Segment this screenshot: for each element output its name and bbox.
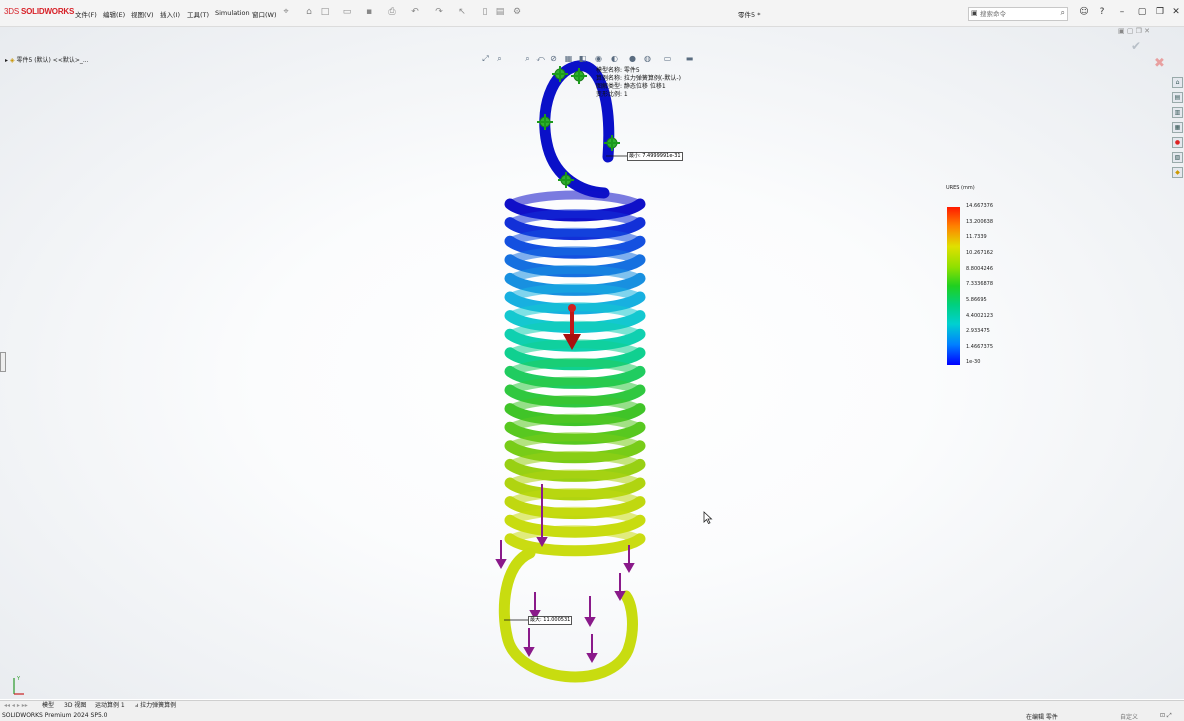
solidworks-logo[interactable]: 3DS SOLIDWORKS — [4, 7, 74, 16]
select-icon[interactable]: ↖ — [457, 7, 467, 17]
menu-window[interactable]: 窗口(W) — [252, 9, 277, 19]
menu-file[interactable]: 文件(F) — [75, 9, 97, 19]
restore-icon[interactable]: ❐ — [1152, 5, 1168, 19]
model-name: 模型名称: 零件5 — [596, 67, 640, 74]
help-icon[interactable]: ? — [1094, 5, 1110, 19]
search-magnifier-icon[interactable]: ⌕ — [1061, 8, 1065, 18]
undo-icon[interactable]: ↶ — [410, 7, 420, 17]
user-icon[interactable]: ☺ — [1076, 5, 1092, 19]
bottom-hook — [498, 547, 638, 683]
legend-tick: 5.86695 — [966, 297, 987, 303]
options-gear-icon[interactable]: ⚙ — [512, 7, 522, 17]
confirm-check-icon[interactable]: ✔ — [1131, 39, 1141, 53]
coordinate-triad: Y — [8, 672, 28, 699]
appearances-tab-icon[interactable]: ● — [1172, 137, 1183, 148]
tab-nav-arrows[interactable]: ◂◂ ◂ ▸ ▸▸ — [4, 702, 28, 710]
tab-3d-view[interactable]: 3D 视图 — [64, 702, 86, 710]
cancel-x-icon[interactable]: ✖ — [1154, 56, 1165, 71]
menu-tools[interactable]: 工具(T) — [187, 9, 209, 19]
solidworks-forum-tab-icon[interactable]: ◆ — [1172, 167, 1183, 178]
spring-coils — [504, 190, 646, 557]
tab-model[interactable]: 模型 — [42, 702, 54, 710]
legend-tick: 1.4667375 — [966, 344, 994, 350]
redo-icon[interactable]: ↷ — [434, 7, 444, 17]
status-bar: ◂◂ ◂ ▸ ▸▸ 模型 3D 视图 运动算例 1 ⅎ 拉力弹簧算例 SOLID… — [0, 700, 1184, 721]
legend-tick: 1e-30 — [966, 359, 981, 365]
legend-tick: 8.8004246 — [966, 266, 994, 272]
title-bar: 3DS SOLIDWORKS 文件(F) 编辑(E) 视图(V) 插入(I) 工… — [0, 0, 1184, 27]
maximize-icon[interactable]: ▢ — [1134, 5, 1150, 19]
file-properties-icon[interactable]: ▤ — [495, 7, 505, 17]
legend-tick: 10.267162 — [966, 250, 994, 256]
tab-motion-study[interactable]: 运动算例 1 — [95, 702, 125, 710]
print-icon[interactable]: ⎙ — [387, 7, 397, 17]
legend-tick: 7.3336878 — [966, 281, 994, 287]
menu-insert[interactable]: 插入(I) — [160, 9, 180, 19]
mouse-cursor-icon — [703, 511, 713, 525]
legend-tick: 4.4002123 — [966, 313, 994, 319]
zoom-icon[interactable]: ⌕ — [523, 54, 532, 63]
legend-tick: 13.200638 — [966, 219, 994, 225]
previous-view-icon[interactable]: ⤺ — [536, 54, 545, 63]
expand-chevron-icon[interactable]: ▸ — [5, 57, 8, 64]
home-icon[interactable]: ⌂ — [304, 7, 314, 17]
menu-view[interactable]: 视图(V) — [131, 9, 154, 19]
rebuild-icon[interactable]: ▯ — [480, 7, 490, 17]
coil-back-segment — [510, 190, 640, 209]
command-search[interactable]: ▣ ⌕ — [968, 7, 1068, 21]
max-label[interactable]: 最大: 11.000531 — [528, 616, 573, 625]
legend-tick: 2.933475 — [966, 328, 990, 334]
zoom-to-fit-icon[interactable]: ⤢ — [481, 54, 490, 63]
feature-tree-item[interactable]: 零件5 (默认) <<默认>_... — [16, 57, 88, 64]
monitor-icon[interactable]: ▬ — [685, 54, 694, 63]
part-icon: ◈ — [9, 57, 15, 64]
new-icon[interactable]: □ — [320, 7, 330, 17]
scene-icon[interactable]: ◍ — [643, 54, 652, 63]
custom-properties-tab-icon[interactable]: ▧ — [1172, 152, 1183, 163]
status-app-name: SOLIDWORKS Premium 2024 SP5.0 — [2, 712, 108, 719]
save-icon[interactable]: ▪ — [364, 7, 374, 17]
file-explorer-tab-icon[interactable]: ▦ — [1172, 122, 1183, 133]
view-settings-icon[interactable]: ▭ — [663, 54, 672, 63]
home-tab-icon[interactable]: ⌂ — [1172, 77, 1183, 88]
status-options-icon[interactable]: ⊡ ⤢ — [1160, 712, 1172, 720]
viewport-tile-icon[interactable]: ▣ ▢ ❐ ✕ — [1118, 27, 1150, 35]
min-label[interactable]: 最小: 7.4999991e-31 — [627, 152, 683, 161]
dynamic-annotation-icon[interactable]: ▦ — [564, 54, 573, 63]
legend-tick: 11.7339 — [966, 234, 987, 240]
zoom-area-icon[interactable]: ⌕ — [495, 54, 504, 63]
spring-model[interactable] — [0, 27, 1184, 699]
appearance-icon[interactable]: ● — [628, 54, 637, 63]
deformation-scale: 变形比例: 1 — [596, 91, 628, 98]
search-input[interactable] — [980, 9, 1054, 19]
feature-tree[interactable]: ▸ ◈ 零件5 (默认) <<默认>_... — [5, 55, 89, 64]
open-icon[interactable]: ▭ — [342, 7, 352, 17]
hide-show-icon[interactable]: ◐ — [610, 54, 619, 63]
study-name: 算例名称: 拉力弹簧算例(-默认-) — [596, 75, 681, 82]
menu-edit[interactable]: 编辑(E) — [103, 9, 125, 19]
view-orientation-icon[interactable]: ◧ — [578, 54, 587, 63]
minimize-icon[interactable]: – — [1114, 5, 1130, 19]
tab-spring-study-label: 拉力弹簧算例 — [140, 702, 177, 709]
library-tab-icon[interactable]: ▥ — [1172, 107, 1183, 118]
study-info: 模型名称: 零件5 算例名称: 拉力弹簧算例(-默认-) 图解类型: 静态位移 … — [596, 67, 681, 99]
panel-collapse-handle[interactable] — [0, 352, 6, 372]
task-pane-tabs: ⌂ ▤ ▥ ▦ ● ▧ ◆ — [1172, 77, 1183, 182]
graphics-area[interactable]: ▸ ◈ 零件5 (默认) <<默认>_... ⤢ ⌕ ⌕ ⤺ ⊘ ▦ ◧ ◉ ◐… — [0, 27, 1184, 699]
legend-color-bar — [947, 207, 960, 365]
tab-spring-study[interactable]: ⅎ 拉力弹簧算例 — [135, 702, 176, 710]
close-icon[interactable]: ✕ — [1168, 5, 1184, 19]
resources-tab-icon[interactable]: ▤ — [1172, 92, 1183, 103]
display-style-icon[interactable]: ◉ — [594, 54, 603, 63]
search-box-icon: ▣ — [971, 9, 978, 17]
document-title: 零件5 * — [738, 11, 761, 19]
menu-simulation[interactable]: Simulation — [215, 9, 250, 17]
svg-text:Y: Y — [16, 676, 21, 682]
section-view-icon[interactable]: ⊘ — [549, 54, 558, 63]
legend-title: URES (mm) — [946, 185, 975, 191]
legend-tick: 14.667376 — [966, 203, 994, 209]
plot-type: 图解类型: 静态位移 位移1 — [596, 83, 666, 90]
pin-icon[interactable]: ⌖ — [281, 7, 291, 17]
